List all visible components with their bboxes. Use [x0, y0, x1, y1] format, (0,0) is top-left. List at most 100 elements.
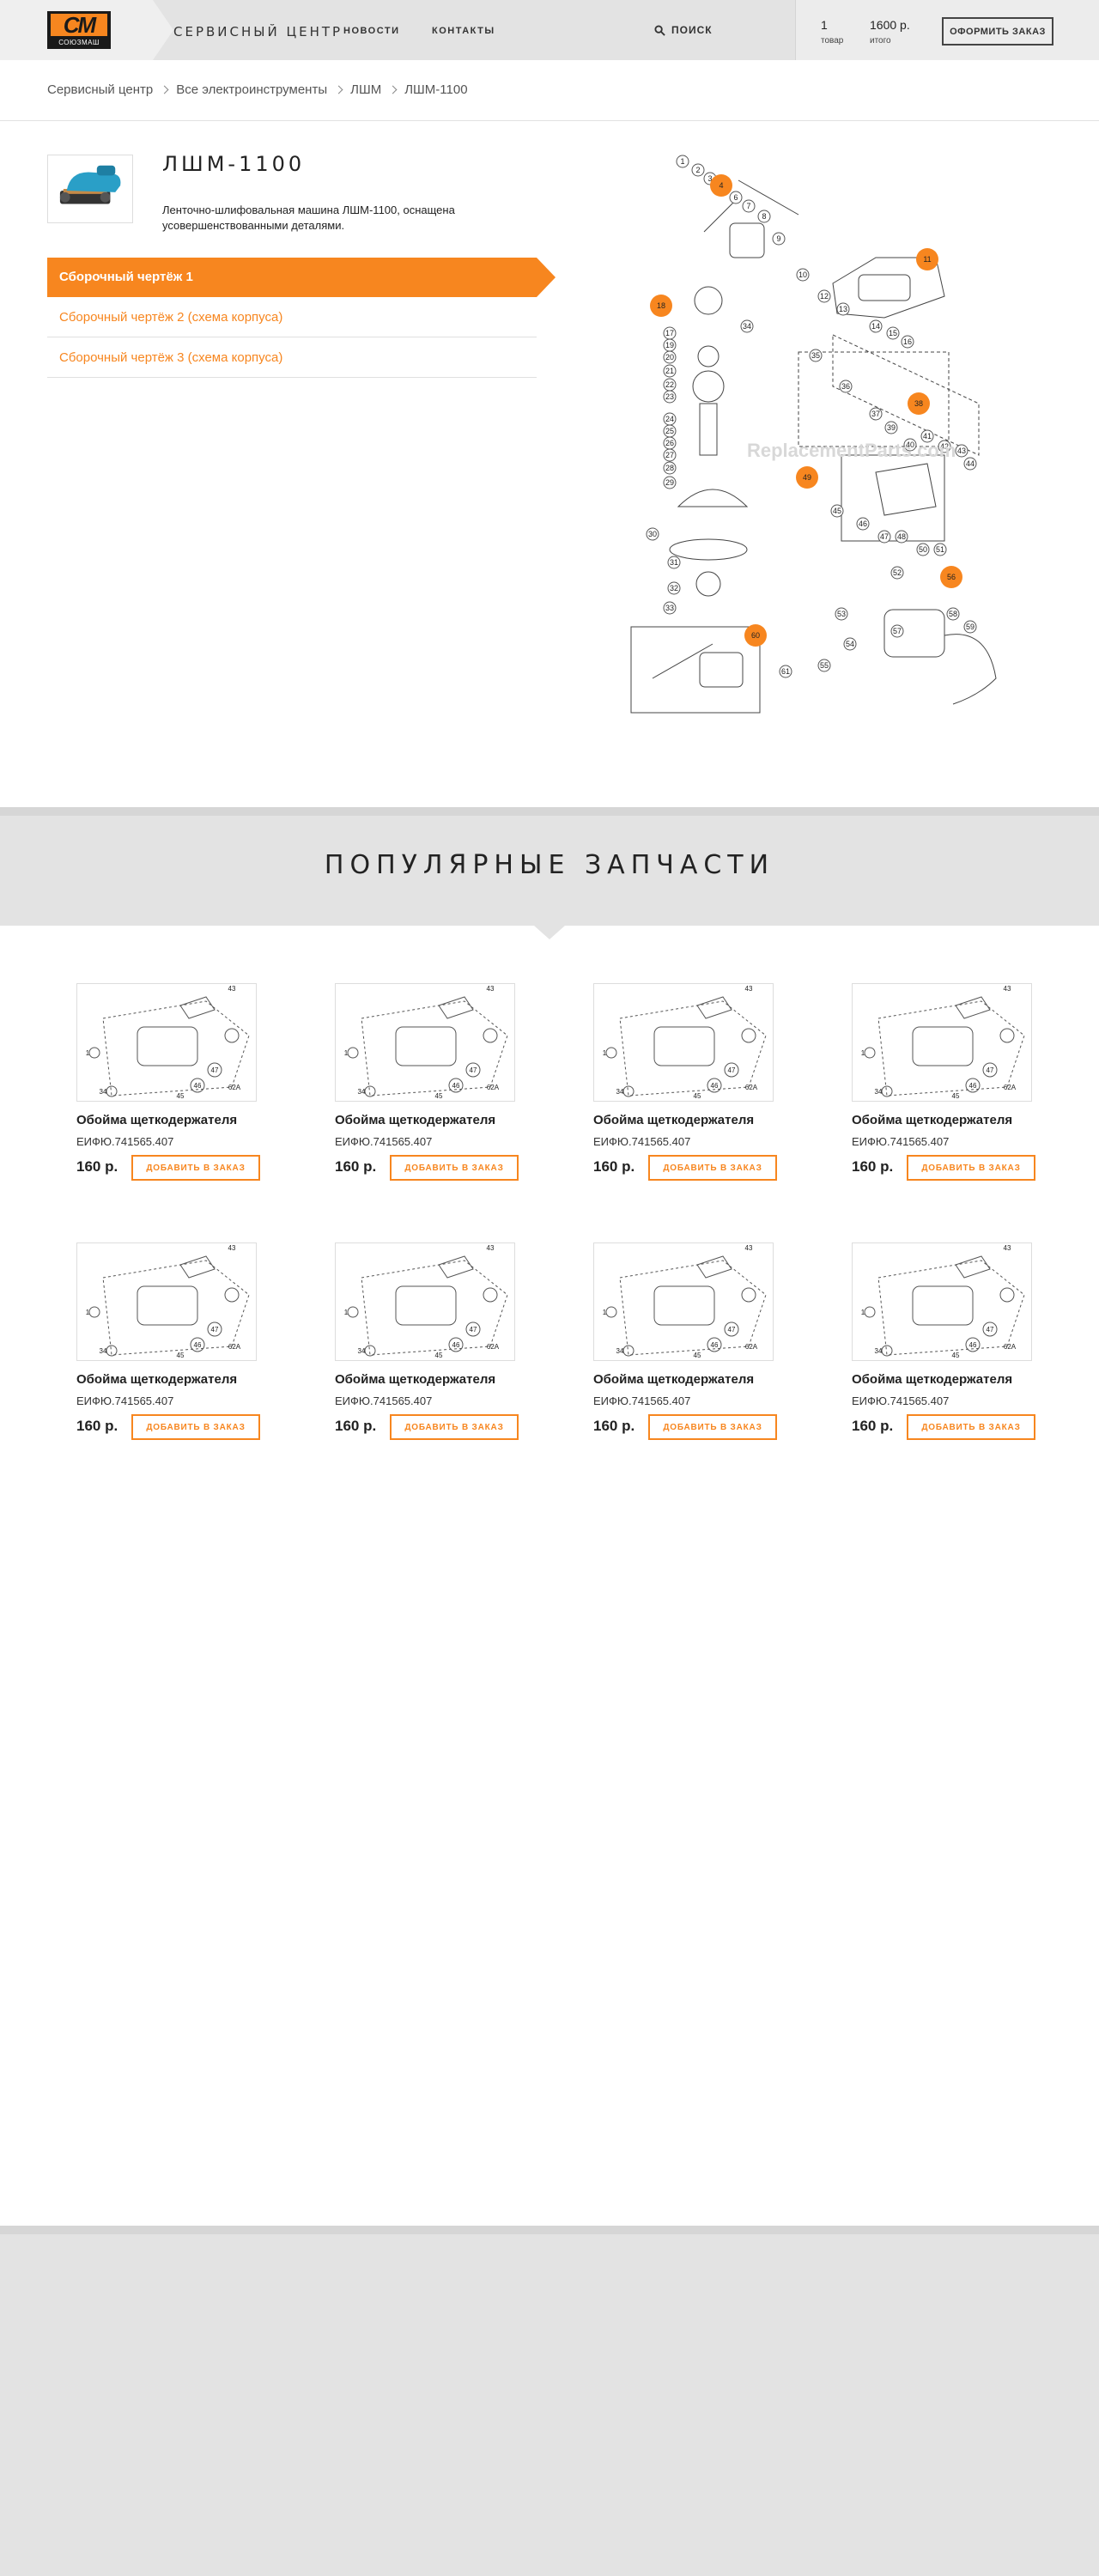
part-name[interactable]: Обойма щеткодержателя: [335, 1113, 495, 1127]
nav-news[interactable]: НОВОСТИ: [343, 26, 400, 36]
highlighted-part-label: 49: [803, 473, 811, 482]
part-image[interactable]: 43 47 46 62A 45 1 34: [335, 1242, 515, 1361]
exploded-parts-diagram[interactable]: 1235678910121314151617192021222324252627…: [618, 146, 1013, 721]
svg-text:45: 45: [435, 1352, 443, 1359]
divider: [0, 120, 1099, 121]
tab-assembly-3[interactable]: Сборочный чертёж 3 (схема корпуса): [47, 338, 537, 378]
search-icon: [654, 24, 665, 36]
part-callout-label: 58: [949, 610, 957, 618]
chevron-right-icon: [334, 85, 343, 94]
chevron-right-icon: [388, 85, 398, 94]
part-callout-label: 27: [665, 451, 674, 459]
part-callout-label: 59: [966, 623, 975, 631]
cart-total-label: итого: [870, 36, 891, 46]
svg-text:43: 43: [228, 1244, 236, 1252]
breadcrumb: Сервисный центр Все электроинструменты Л…: [47, 82, 468, 97]
logo-text: СОЮЗМАШ: [58, 39, 100, 46]
svg-text:46: 46: [194, 1341, 202, 1349]
part-image[interactable]: 43 47 46 62A 45 1 34: [335, 983, 515, 1102]
part-callout-label: 43: [957, 447, 966, 455]
svg-text:45: 45: [177, 1092, 185, 1100]
nav-contacts[interactable]: КОНТАКТЫ: [432, 26, 495, 36]
svg-text:1: 1: [344, 1309, 349, 1316]
svg-text:62A: 62A: [487, 1084, 500, 1091]
part-name[interactable]: Обойма щеткодержателя: [335, 1372, 495, 1387]
breadcrumb-item[interactable]: ЛШМ: [350, 82, 381, 97]
part-image[interactable]: 43 47 46 62A 45 1 34: [852, 1242, 1032, 1361]
part-name[interactable]: Обойма щеткодержателя: [593, 1372, 754, 1387]
breadcrumb-item[interactable]: Все электроинструменты: [176, 82, 327, 97]
svg-text:34: 34: [616, 1347, 624, 1355]
add-to-order-button[interactable]: ДОБАВИТЬ В ЗАКАЗ: [390, 1155, 519, 1181]
part-code: ЕИФЮ.741565.407: [593, 1135, 691, 1148]
part-code: ЕИФЮ.741565.407: [852, 1135, 950, 1148]
tab-assembly-1[interactable]: Сборочный чертёж 1: [47, 258, 556, 297]
part-callout-label: 55: [820, 661, 829, 670]
svg-text:34: 34: [358, 1088, 366, 1096]
svg-text:34: 34: [875, 1347, 883, 1355]
highlighted-part-label: 38: [914, 399, 923, 408]
part-name[interactable]: Обойма щеткодержателя: [593, 1113, 754, 1127]
svg-text:34: 34: [100, 1347, 107, 1355]
part-image[interactable]: 43 47 46 62A 45 1 34: [852, 983, 1032, 1102]
logo-area: СМ СОЮЗМАШ: [0, 0, 173, 60]
add-to-order-button[interactable]: ДОБАВИТЬ В ЗАКАЗ: [648, 1414, 777, 1440]
svg-text:1: 1: [603, 1049, 607, 1057]
svg-text:34: 34: [358, 1347, 366, 1355]
add-to-order-button[interactable]: ДОБАВИТЬ В ЗАКАЗ: [390, 1414, 519, 1440]
part-callout-label: 36: [841, 382, 850, 391]
section-arrow: [534, 926, 565, 939]
part-callout-label: 6: [733, 193, 738, 202]
add-to-order-button[interactable]: ДОБАВИТЬ В ЗАКАЗ: [907, 1414, 1035, 1440]
part-callout-label: 34: [743, 322, 751, 331]
svg-text:1: 1: [86, 1049, 90, 1057]
svg-text:1: 1: [86, 1309, 90, 1316]
svg-text:47: 47: [728, 1326, 736, 1334]
svg-text:46: 46: [452, 1082, 460, 1090]
checkout-button[interactable]: ОФОРМИТЬ ЗАКАЗ: [942, 17, 1053, 46]
site-title[interactable]: СЕРВИСНЫЙ ЦЕНТР: [173, 24, 343, 39]
part-name[interactable]: Обойма щеткодержателя: [76, 1372, 237, 1387]
search-button[interactable]: ПОИСК: [654, 24, 713, 36]
svg-text:45: 45: [435, 1092, 443, 1100]
svg-text:34: 34: [875, 1088, 883, 1096]
cart-summary: 1 товар 1600 р. итого ОФОРМИТЬ ЗАКАЗ: [795, 0, 1099, 60]
part-callout-label: 15: [889, 329, 897, 337]
part-callout-label: 10: [798, 270, 807, 279]
add-to-order-button[interactable]: ДОБАВИТЬ В ЗАКАЗ: [131, 1414, 260, 1440]
part-name[interactable]: Обойма щеткодержателя: [852, 1372, 1012, 1387]
part-callout-label: 48: [897, 532, 906, 541]
svg-text:45: 45: [694, 1092, 701, 1100]
part-price: 160 р.: [852, 1418, 894, 1434]
svg-text:62A: 62A: [228, 1084, 241, 1091]
part-name[interactable]: Обойма щеткодержателя: [76, 1113, 237, 1127]
part-callout-label: 28: [665, 464, 674, 472]
part-callout-label: 8: [762, 212, 766, 221]
part-image[interactable]: 43 47 46 62A 45 1 34: [593, 983, 774, 1102]
svg-text:45: 45: [177, 1352, 185, 1359]
cart-total: 1600 р.: [870, 18, 910, 32]
part-callout-label: 26: [665, 439, 674, 447]
part-callout-label: 19: [665, 341, 674, 349]
svg-text:1: 1: [861, 1309, 865, 1316]
svg-text:45: 45: [952, 1092, 960, 1100]
part-name[interactable]: Обойма щеткодержателя: [852, 1113, 1012, 1127]
svg-text:46: 46: [194, 1082, 202, 1090]
part-image[interactable]: 43 47 46 62A 45 1 34: [76, 983, 257, 1102]
add-to-order-button[interactable]: ДОБАВИТЬ В ЗАКАЗ: [131, 1155, 260, 1181]
part-image[interactable]: 43 47 46 62A 45 1 34: [76, 1242, 257, 1361]
part-callout-label: 47: [880, 532, 889, 541]
part-callout-label: 2: [695, 166, 700, 174]
add-to-order-button[interactable]: ДОБАВИТЬ В ЗАКАЗ: [907, 1155, 1035, 1181]
tab-assembly-2[interactable]: Сборочный чертёж 2 (схема корпуса): [47, 298, 537, 337]
add-to-order-button[interactable]: ДОБАВИТЬ В ЗАКАЗ: [648, 1155, 777, 1181]
logo[interactable]: СМ СОЮЗМАШ: [47, 11, 111, 49]
part-callout-label: 20: [665, 353, 674, 361]
part-image[interactable]: 43 47 46 62A 45 1 34: [593, 1242, 774, 1361]
highlighted-part-label: 18: [657, 301, 665, 310]
part-callout-label: 17: [665, 329, 674, 337]
breadcrumb-item[interactable]: Сервисный центр: [47, 82, 153, 97]
part-callout-label: 12: [820, 292, 829, 301]
part-callout-label: 31: [670, 558, 678, 567]
product-description: Ленточно-шлифовальная машина ЛШМ-1100, о…: [162, 204, 455, 232]
